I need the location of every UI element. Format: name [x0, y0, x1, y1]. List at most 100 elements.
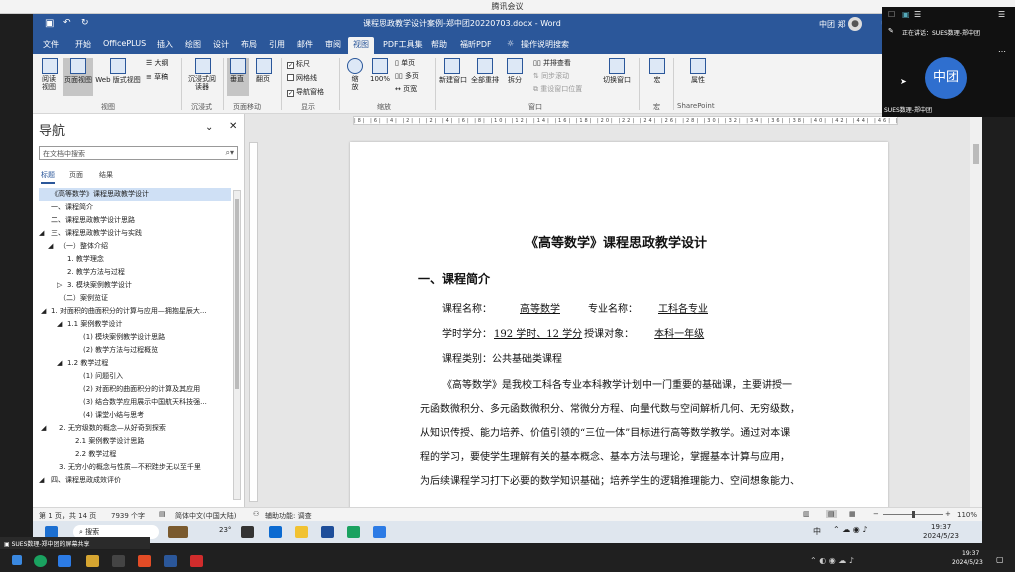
read-mode-status-icon[interactable]: ▥ — [803, 510, 810, 518]
nav-heading-item[interactable]: 二、课程思政教学设计思路 — [39, 214, 135, 227]
read-mode-button[interactable]: 阅读视图 — [39, 58, 61, 91]
zoom-in-icon[interactable]: + — [945, 510, 951, 518]
multi-page-button[interactable]: ▯▯ 多页 — [395, 71, 419, 81]
tab-review[interactable]: 审阅 — [325, 39, 341, 50]
chevron-down-icon[interactable]: ⌄ — [205, 122, 213, 133]
collapse-triangle-icon[interactable]: ◢ — [39, 227, 44, 240]
nav-heading-item[interactable]: ◢ 1.1 案例教学设计 — [39, 318, 122, 331]
vertical-ruler[interactable] — [249, 142, 258, 502]
language[interactable]: 简体中文(中国大陆) — [175, 511, 236, 521]
tell-me-search[interactable]: 操作说明搜索 — [521, 39, 569, 50]
turtle-widget-icon[interactable] — [168, 526, 188, 538]
tab-design[interactable]: 设计 — [213, 39, 229, 50]
nav-heading-item[interactable]: ◢ 2. 无穷级数的概念—从好奇到探索 — [39, 422, 166, 435]
nav-heading-item[interactable]: 3. 无穷小的概念与性质—不积跬步无以至千里 — [39, 461, 201, 474]
nav-tab-pages[interactable]: 页面 — [69, 170, 83, 180]
nav-search-input[interactable]: 在文档中搜索 ⌕▾ — [39, 146, 238, 160]
panel-list-icon[interactable]: ☰ — [914, 10, 921, 19]
pdf-icon[interactable] — [190, 555, 203, 567]
panel-menu-icon[interactable]: ☐ — [888, 10, 895, 19]
nav-heading-item[interactable]: 2. 教学方法与过程 — [39, 266, 125, 279]
document-page[interactable]: 《高等数学》课程思政教学设计 一、课程简介 课程名称： 高等数学 专业名称： 工科各专… — [350, 142, 888, 512]
zoom-level[interactable]: 110% — [957, 511, 977, 519]
nav-heading-item[interactable]: (4) 课堂小结与思考 — [39, 409, 144, 422]
clock-date[interactable]: 2024/5/23 — [923, 532, 959, 540]
clock-time[interactable]: 19:37 — [931, 523, 951, 531]
page-count[interactable]: 第 1 页，共 14 页 — [39, 511, 96, 521]
horizontal-ruler[interactable]: |8| |6| |4| |2| | |2| |4| |6| |8| |10| |… — [353, 116, 898, 125]
file-explorer-icon[interactable] — [86, 555, 99, 567]
settings-icon[interactable] — [58, 555, 71, 567]
sync-scroll-button[interactable]: ⇅ 同步滚动 — [533, 71, 569, 81]
immersive-reader-button[interactable]: 沉浸式阅读器 — [187, 58, 219, 91]
nav-close-icon[interactable]: ✕ — [229, 121, 237, 132]
word-count[interactable]: 7939 个字 — [111, 511, 145, 521]
page-width-button[interactable]: ↔ 页宽 — [395, 84, 417, 94]
nav-heading-item[interactable]: 《高等数学》课程思政教学设计 — [39, 188, 231, 201]
nav-heading-item[interactable]: (3) 结合数学应用展示中国航天科技强... — [39, 396, 207, 409]
proofing-icon[interactable]: ▤ — [159, 510, 166, 518]
avatar[interactable]: 中团 — [925, 57, 967, 99]
edge-icon[interactable] — [269, 526, 282, 538]
new-window-button[interactable]: 新建窗口 — [439, 58, 467, 85]
switch-windows-button[interactable]: 切换窗口 — [601, 58, 633, 85]
user-avatar-icon[interactable]: ● — [848, 17, 862, 31]
nav-heading-item[interactable]: （二）案例览证 — [39, 292, 108, 305]
nav-heading-item[interactable]: ◢ 1. 对面积的曲面积分的计算与应用—拥抱星辰大... — [39, 305, 207, 318]
host-tray-icons[interactable]: ⌃ ◐ ◉ ☁ ♪ — [810, 556, 854, 565]
tab-view[interactable]: 视图 — [348, 37, 374, 54]
collapse-triangle-icon[interactable]: ◢ — [57, 318, 62, 331]
nav-tab-results[interactable]: 结果 — [99, 170, 113, 180]
nav-scroll-thumb[interactable] — [235, 199, 239, 389]
side-to-side-button[interactable]: 翻页 — [253, 58, 275, 83]
tab-help[interactable]: 帮助 — [431, 39, 447, 50]
word-taskbar-icon[interactable] — [321, 526, 334, 538]
properties-button[interactable]: 属性 — [687, 58, 709, 85]
nav-heading-item[interactable]: (2) 对面积的曲面积分的计算及其应用 — [39, 383, 200, 396]
wechat-icon[interactable] — [34, 555, 47, 567]
wechat-icon[interactable] — [347, 526, 360, 538]
web-layout-status-icon[interactable]: ▦ — [849, 510, 856, 518]
vertical-button[interactable]: 垂直 — [227, 58, 249, 96]
gridlines-checkbox[interactable]: 网格线 — [287, 73, 317, 83]
document-scroll-thumb[interactable] — [973, 144, 979, 164]
web-layout-button[interactable]: Web 版式视图 — [95, 58, 141, 85]
nav-tab-headings[interactable]: 标题 — [41, 170, 55, 184]
task-view-icon[interactable] — [241, 526, 254, 538]
collapse-triangle-icon[interactable]: ◢ — [39, 474, 44, 487]
tencent-meeting-icon[interactable] — [164, 555, 177, 567]
host-clock-date[interactable]: 2024/5/23 — [952, 559, 983, 566]
zoom-slider-thumb[interactable] — [912, 511, 916, 518]
split-button[interactable]: 拆分 — [505, 58, 525, 85]
collapse-triangle-icon[interactable]: ◢ — [57, 357, 62, 370]
document-scrollbar[interactable] — [970, 114, 982, 507]
zoom-100-button[interactable]: 100% — [369, 58, 391, 83]
expand-triangle-icon[interactable]: ▷ — [57, 279, 62, 292]
panel-more-icon[interactable]: ☰ — [998, 10, 1005, 19]
nav-heading-item[interactable]: ◢ 四、课程思政成效评价 — [39, 474, 121, 487]
nav-heading-item[interactable]: 2.2 教学过程 — [39, 448, 116, 461]
more-options-icon[interactable]: … — [998, 45, 1006, 54]
search-icon[interactable]: ⌕▾ — [226, 148, 235, 158]
tab-layout[interactable]: 布局 — [241, 39, 257, 50]
nav-heading-item[interactable]: ◢ 三、课程思政教学设计与实践 — [39, 227, 142, 240]
tab-foxit-pdf[interactable]: 福昕PDF — [460, 39, 492, 50]
tab-mailings[interactable]: 邮件 — [297, 39, 313, 50]
weather-temp[interactable]: 23° — [219, 526, 231, 534]
side-by-side-button[interactable]: ▯▯ 并排查看 — [533, 58, 571, 68]
arrange-all-button[interactable]: 全部重排 — [471, 58, 499, 85]
file-explorer-icon[interactable] — [295, 526, 308, 538]
nav-heading-item[interactable]: 一、课程简介 — [39, 201, 93, 214]
host-clock-time[interactable]: 19:37 — [962, 550, 979, 557]
tab-home[interactable]: 开始 — [75, 39, 91, 50]
undo-icon[interactable]: ↶ — [63, 18, 71, 28]
zoom-button[interactable]: 缩放 — [345, 58, 365, 91]
one-page-button[interactable]: ▯ 单页 — [395, 58, 415, 68]
save-icon[interactable]: ▣ — [45, 18, 54, 29]
tab-references[interactable]: 引用 — [269, 39, 285, 50]
collapse-triangle-icon[interactable]: ◢ — [48, 240, 53, 253]
outline-button[interactable]: ☰ 大纲 — [146, 58, 169, 68]
panel-layout-icon[interactable]: ▣ — [902, 10, 910, 19]
tab-pdf-tools[interactable]: PDF工具集 — [383, 39, 423, 50]
nav-heading-item[interactable]: (1) 模块案例教学设计思路 — [39, 331, 165, 344]
